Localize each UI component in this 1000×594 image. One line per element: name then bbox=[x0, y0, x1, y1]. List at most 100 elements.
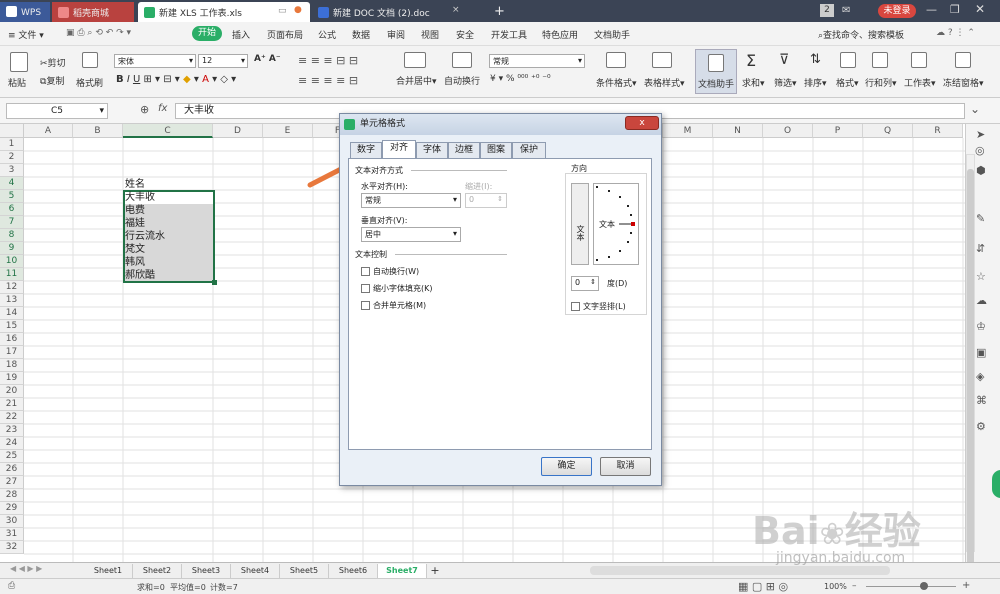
zoom-level[interactable]: 100% bbox=[824, 582, 847, 591]
row-col-icon[interactable] bbox=[872, 52, 888, 68]
row-header[interactable]: 10 bbox=[0, 255, 24, 268]
sheet-tab[interactable]: Sheet7 bbox=[378, 564, 427, 578]
number-format-select[interactable]: 常规 ▾ bbox=[489, 54, 585, 68]
tab-store[interactable]: 稻壳商城 bbox=[52, 2, 134, 22]
menu-special[interactable]: 特色应用 bbox=[542, 28, 578, 41]
menu-insert[interactable]: 插入 bbox=[232, 28, 250, 41]
notification-badge[interactable]: 2 bbox=[820, 4, 834, 17]
row-header[interactable]: 13 bbox=[0, 294, 24, 307]
format-painter-button[interactable]: 格式刷 bbox=[76, 76, 103, 89]
vertical-scrollbar[interactable] bbox=[966, 154, 975, 569]
tab-nav-icons[interactable]: ◀ ◀ ▶ ▶ bbox=[10, 564, 42, 573]
cell-c11[interactable]: 郝欣酷 bbox=[124, 269, 214, 282]
ok-button[interactable]: 确定 bbox=[541, 457, 592, 476]
row-header[interactable]: 17 bbox=[0, 346, 24, 359]
row-header[interactable]: 12 bbox=[0, 281, 24, 294]
zoom-in-icon[interactable]: + bbox=[962, 580, 970, 591]
pointer-icon[interactable]: ➤ bbox=[976, 128, 985, 141]
menu-doc-helper[interactable]: 文档助手 bbox=[594, 28, 630, 41]
format-painter-icon[interactable] bbox=[82, 52, 98, 68]
scroll-thumb[interactable] bbox=[967, 169, 974, 569]
cell-c6[interactable]: 电费 bbox=[124, 204, 214, 217]
filter-icon[interactable]: ⊽ bbox=[779, 52, 789, 68]
merge-center-icon[interactable] bbox=[404, 52, 426, 68]
cut-button[interactable]: ✂剪切 bbox=[40, 56, 66, 69]
worksheet-icon[interactable] bbox=[911, 52, 927, 68]
tab-border[interactable]: 边框 bbox=[448, 142, 480, 158]
menu-page-layout[interactable]: 页面布局 bbox=[267, 28, 303, 41]
name-box[interactable]: C5 ▾ bbox=[6, 103, 108, 119]
format-icon[interactable] bbox=[840, 52, 856, 68]
filter-button[interactable]: 筛选▾ bbox=[774, 76, 797, 89]
zoom-search-icon[interactable]: ⊕ bbox=[140, 103, 149, 116]
font-size-select[interactable]: 12 ▾ bbox=[198, 54, 248, 68]
row-header[interactable]: 2 bbox=[0, 151, 24, 164]
row-header[interactable]: 21 bbox=[0, 398, 24, 411]
menu-formula[interactable]: 公式 bbox=[318, 28, 336, 41]
tab-alignment[interactable]: 对齐 bbox=[382, 140, 416, 159]
sum-icon[interactable]: Σ bbox=[746, 51, 756, 70]
format-button[interactable]: 格式▾ bbox=[836, 76, 859, 89]
row-header[interactable]: 20 bbox=[0, 385, 24, 398]
align-horizontal-icons[interactable]: ≡ ≡ ≡ ≡ ⊟ bbox=[298, 74, 358, 87]
skin-icon[interactable]: ✉ bbox=[842, 5, 850, 16]
column-header[interactable]: Q bbox=[863, 124, 913, 138]
column-header[interactable]: M bbox=[663, 124, 713, 138]
quick-access-icons[interactable]: ▣ ⎙ ⌕ ⟲ ↶ ↷ ▾ bbox=[66, 28, 131, 38]
menu-security[interactable]: 安全 bbox=[456, 28, 474, 41]
column-header[interactable]: D bbox=[213, 124, 263, 138]
number-format-icons[interactable]: ¥ ▾ % ⁰⁰⁰ ⁺⁰ ⁻⁰ bbox=[490, 74, 551, 84]
sheet-tab[interactable]: Sheet2 bbox=[133, 564, 182, 578]
paste-button[interactable]: 粘贴 bbox=[8, 76, 26, 89]
shrink-to-fit-checkbox[interactable] bbox=[361, 284, 370, 293]
macro-icon[interactable]: ⎙ bbox=[8, 581, 15, 591]
vertical-stack-checkbox[interactable] bbox=[571, 302, 580, 311]
row-header[interactable]: 32 bbox=[0, 541, 24, 554]
row-header[interactable]: 6 bbox=[0, 203, 24, 216]
row-header[interactable]: 27 bbox=[0, 476, 24, 489]
doc-helper-button[interactable]: 文档助手 bbox=[695, 49, 737, 94]
column-header[interactable]: O bbox=[763, 124, 813, 138]
tab-doc[interactable]: 新建 DOC 文档 (2).doc × bbox=[312, 2, 477, 22]
bookmark-icon[interactable]: ⌘ bbox=[976, 394, 987, 407]
sort-button[interactable]: 排序▾ bbox=[804, 76, 827, 89]
chat-icon[interactable]: ◎ bbox=[975, 144, 985, 157]
view-mode-icons[interactable]: ▦ ▢ ⊞ ◎ bbox=[738, 580, 788, 593]
fx-icon[interactable]: fx bbox=[158, 103, 167, 114]
location-icon[interactable]: ◈ bbox=[976, 370, 984, 383]
zoom-slider-thumb[interactable] bbox=[920, 582, 928, 590]
tab-xls[interactable]: 新建 XLS 工作表.xls ▭ ● bbox=[138, 2, 310, 22]
cell-c8[interactable]: 行云流水 bbox=[124, 230, 214, 243]
zoom-slider-track[interactable] bbox=[866, 586, 956, 587]
row-header[interactable]: 28 bbox=[0, 489, 24, 502]
row-header[interactable]: 25 bbox=[0, 450, 24, 463]
close-window-icon[interactable]: ✕ bbox=[975, 2, 985, 16]
vertical-align-select[interactable]: 居中 ▾ bbox=[361, 227, 461, 242]
row-header[interactable]: 5 bbox=[0, 190, 24, 203]
vertical-text-button[interactable]: 文本 bbox=[571, 183, 589, 265]
conditional-format-icon[interactable] bbox=[606, 52, 626, 68]
file-menu[interactable]: ≡ 文件 ▾ bbox=[8, 28, 44, 41]
close-tab-icon[interactable]: × bbox=[452, 5, 460, 15]
cell-c4[interactable]: 姓名 bbox=[124, 178, 214, 191]
restore-icon[interactable]: ❐ bbox=[950, 3, 960, 16]
font-style-buttons[interactable]: B I U ⊞ ▾ ⊟ ▾ ◆ ▾ A ▾ ◇ ▾ bbox=[116, 74, 236, 85]
tab-font[interactable]: 字体 bbox=[416, 142, 448, 158]
horizontal-scrollbar[interactable] bbox=[590, 566, 890, 575]
degrees-spinner[interactable]: 0 ⇕ bbox=[571, 276, 599, 291]
people-icon[interactable]: ♔ bbox=[976, 320, 986, 333]
row-header[interactable]: 3 bbox=[0, 164, 24, 177]
wrap-text-icon[interactable] bbox=[452, 52, 472, 68]
float-badge[interactable] bbox=[992, 470, 1000, 498]
sort-icon[interactable]: ⇅ bbox=[810, 52, 821, 67]
tab-wps[interactable]: WPS bbox=[0, 2, 50, 22]
sheet-tab[interactable]: Sheet6 bbox=[329, 564, 378, 578]
cancel-button[interactable]: 取消 bbox=[600, 457, 651, 476]
freeze-icon[interactable] bbox=[955, 52, 971, 68]
login-button[interactable]: 未登录 bbox=[878, 4, 916, 18]
font-grow-icon[interactable]: A⁺ A⁻ bbox=[254, 54, 281, 64]
indent-spinner[interactable]: 0 ⇕ bbox=[465, 193, 507, 208]
minimize-icon[interactable]: — bbox=[926, 3, 937, 16]
shapes-icon[interactable]: ⬢ bbox=[976, 164, 986, 177]
font-name-select[interactable]: 宋体 ▾ bbox=[114, 54, 196, 68]
